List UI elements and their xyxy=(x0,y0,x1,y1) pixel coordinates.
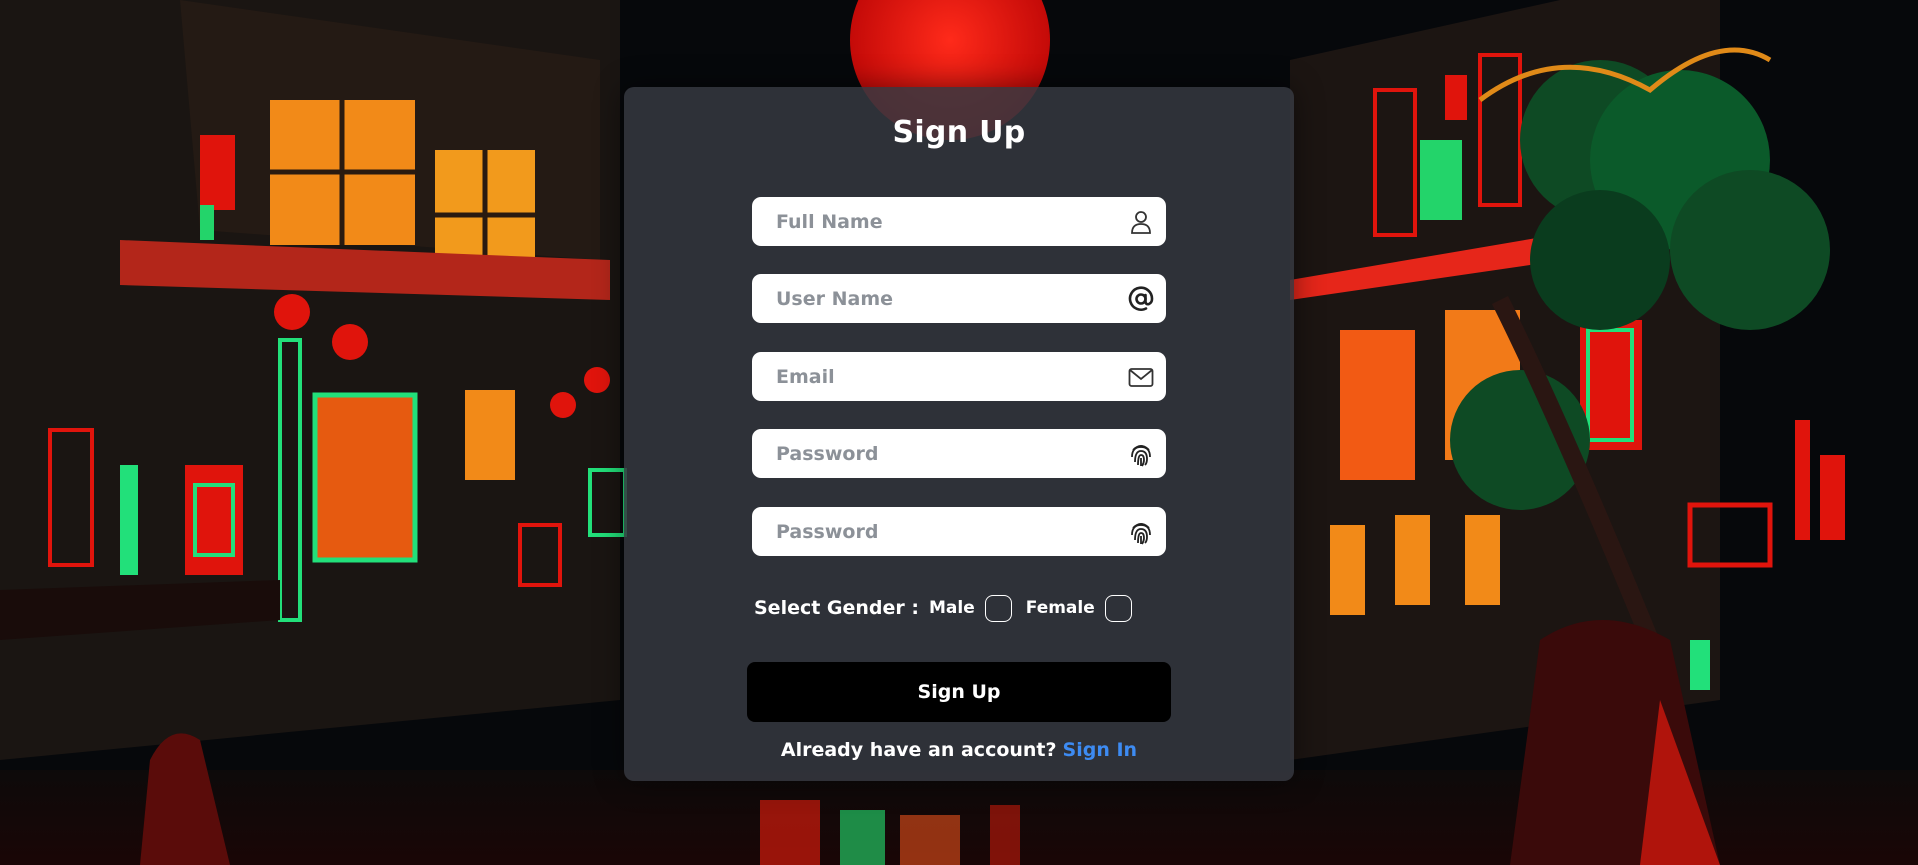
at-icon xyxy=(1128,286,1154,311)
female-checkbox[interactable] xyxy=(1104,594,1132,622)
envelope-icon xyxy=(1128,368,1154,387)
sign-up-button[interactable]: Sign Up xyxy=(747,662,1171,722)
already-have-account-text: Already have an account? xyxy=(780,739,1057,761)
email-input[interactable] xyxy=(776,352,1106,401)
confirm-password-input[interactable] xyxy=(776,507,1106,556)
gender-option-male-label: Male xyxy=(929,598,975,618)
fingerprint-icon xyxy=(1131,523,1151,545)
sign-in-prompt: Already have an account? Sign In xyxy=(624,739,1294,761)
gender-selector: Select Gender : Male Female xyxy=(754,593,1146,623)
user-icon xyxy=(1131,211,1151,234)
sign-up-card: Sign Up Full Name User Name Email Select… xyxy=(624,87,1294,781)
full-name-input[interactable] xyxy=(776,197,1106,246)
fingerprint-icon xyxy=(1131,445,1151,467)
gender-label: Select Gender : xyxy=(754,597,920,619)
email-field[interactable] xyxy=(752,352,1166,401)
page-title: Sign Up xyxy=(892,115,1026,150)
male-checkbox[interactable] xyxy=(984,594,1012,622)
full-name-field[interactable] xyxy=(752,197,1166,246)
confirm-password-field[interactable] xyxy=(752,507,1166,556)
password-input[interactable] xyxy=(776,429,1106,478)
gender-option-female-label: Female xyxy=(1025,598,1095,618)
password-field[interactable] xyxy=(752,429,1166,478)
sign-in-link[interactable]: Sign In xyxy=(1063,739,1138,761)
user-name-field[interactable] xyxy=(752,274,1166,323)
user-name-input[interactable] xyxy=(776,274,1106,323)
